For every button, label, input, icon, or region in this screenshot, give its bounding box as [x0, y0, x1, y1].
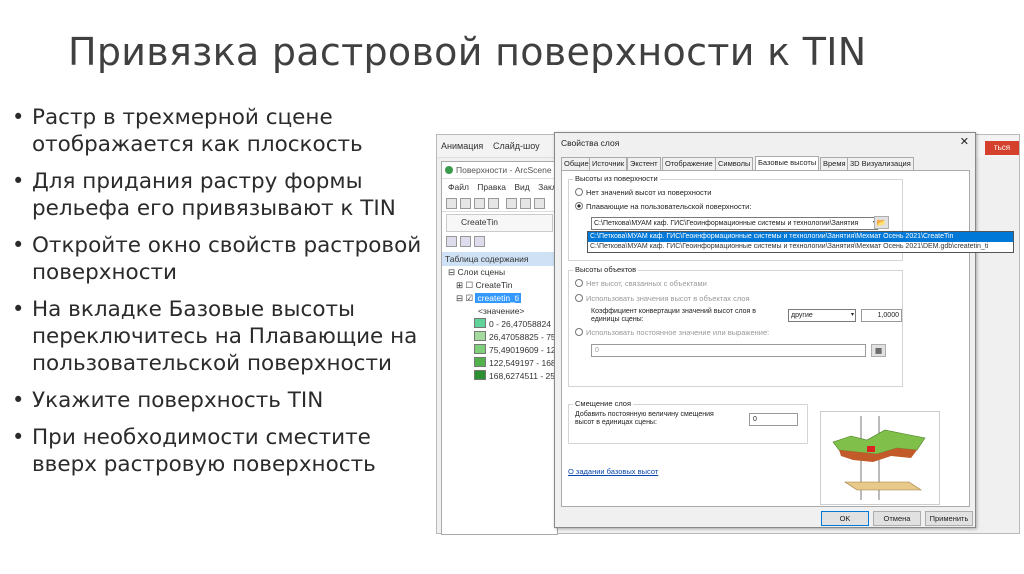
layer-item-selected[interactable]: ⊟ ☑ createtin_ti [448, 292, 557, 305]
feature-heights-group: Высоты объектов Нет высот, связанных с о… [568, 265, 903, 387]
share-button[interactable]: ться [985, 141, 1019, 155]
table-of-contents: ⊟ Слои сцены ⊞ ☐ CreateTin ⊟ ☑ createtin… [442, 266, 577, 383]
save-icon[interactable] [474, 198, 485, 209]
createtin-dropdown[interactable]: CreateTin [446, 214, 553, 232]
ribbon: Анимация Слайд-шоу [437, 135, 557, 158]
tab-base-heights[interactable]: Базовые высоты [755, 156, 820, 170]
menu-view[interactable]: Вид [514, 182, 529, 192]
dropdown-option[interactable]: C:\Петкова\МУАМ каф. ГИС\Геоинформационн… [588, 232, 1013, 242]
open-icon[interactable] [460, 198, 471, 209]
new-icon[interactable] [446, 198, 457, 209]
apply-button[interactable]: Применить [925, 511, 973, 526]
menu-bar: Файл Правка Вид Закл [442, 179, 557, 195]
conversion-label: Коэффициент конвертации значений высот с… [591, 308, 756, 323]
toc-header: Таблица содержания [442, 252, 557, 266]
surface-combo[interactable]: C:\Петкова\МУАМ каф. ГИС\Геоинформационн… [591, 217, 878, 230]
radio-constant-value[interactable]: Использовать постоянное значение или выр… [575, 328, 769, 337]
tab-display[interactable]: Отображение [662, 157, 716, 170]
offset-field[interactable]: 0 [749, 413, 798, 426]
radio-use-feature-heights[interactable]: Использовать значения высот в объектах с… [575, 294, 750, 303]
radio-no-surface[interactable]: Нет значений высот из поверхности [575, 188, 711, 197]
bullet-item: Откройте окно свойств растровой поверхно… [10, 232, 440, 286]
menu-file[interactable]: Файл [448, 182, 469, 192]
window-title: Поверхности - ArcScene [456, 165, 552, 175]
conversion-factor-field[interactable]: 1,0000 [861, 309, 902, 322]
bullet-item: Укажите поверхность TIN [10, 387, 440, 414]
close-icon[interactable]: ✕ [960, 135, 969, 148]
tab-time[interactable]: Время [820, 157, 849, 170]
print-icon[interactable] [488, 198, 499, 209]
value-label: <значение> [478, 306, 525, 316]
legend-item: 26,47058825 - 75,4919 [448, 331, 577, 344]
radio-floating[interactable]: Плавающие на пользовательской поверхност… [575, 202, 751, 211]
legend-item: 75,49019609 - 122,549 [448, 344, 577, 357]
ribbon-tab-animation[interactable]: Анимация [441, 141, 483, 151]
cancel-button[interactable]: Отмена [873, 511, 921, 526]
dialog-title: Свойства слоя [561, 138, 620, 148]
bullet-item: При необходимости сместите вверх растров… [10, 424, 440, 478]
bullet-item: Для придания растру формы рельефа его пр… [10, 168, 440, 222]
list-by-source-icon[interactable] [460, 236, 471, 247]
arcscene-window: Поверхности - ArcScene Файл Правка Вид З… [441, 161, 577, 535]
copy-icon[interactable] [520, 198, 531, 209]
layer-offset-group: Смещение слоя Добавить постоянную величи… [568, 399, 808, 444]
toolbar [442, 195, 557, 212]
surface-preview-illustration [832, 416, 926, 500]
layer-properties-dialog: Свойства слоя ✕ Общие Источник Экстент О… [554, 132, 976, 528]
legend-item: 0 - 26,47058824 [448, 318, 557, 331]
tab-extent[interactable]: Экстент [627, 157, 661, 170]
surface-dropdown-list[interactable]: C:\Петкова\МУАМ каф. ГИС\Геоинформационн… [587, 231, 1014, 253]
globe-icon [445, 166, 453, 174]
bullet-item: Растр в трехмерной сцене отображается ка… [10, 104, 440, 158]
menu-edit[interactable]: Правка [477, 182, 506, 192]
calculator-icon[interactable]: ▦ [871, 344, 886, 357]
tab-source[interactable]: Источник [589, 157, 628, 170]
scene-layers[interactable]: ⊟ Слои сцены [448, 266, 557, 279]
expression-field[interactable]: 0 [591, 344, 866, 357]
units-combo[interactable]: другие ▾ [788, 309, 856, 322]
paste-icon[interactable] [534, 198, 545, 209]
base-height-preview [820, 411, 940, 505]
legend-item: 122,549197 - 168,6274 [448, 357, 577, 370]
ribbon-tab-slideshow[interactable]: Слайд-шоу [493, 141, 540, 151]
tab-symbology[interactable]: Символы [715, 157, 754, 170]
list-by-visibility-icon[interactable] [474, 236, 485, 247]
tab-general[interactable]: Общие [561, 157, 592, 170]
layer-item[interactable]: ⊞ ☐ CreateTin [448, 279, 557, 292]
help-link[interactable]: О задании базовых высот [568, 467, 658, 476]
bullet-list: Растр в трехмерной сцене отображается ка… [10, 104, 440, 488]
dropdown-option[interactable]: C:\Петкова\МУАМ каф. ГИС\Геоинформационн… [588, 242, 1013, 252]
radio-no-feature-heights[interactable]: Нет высот, связанных с объектами [575, 279, 707, 288]
bullet-item: На вкладке Базовые высоты переключитесь … [10, 296, 440, 377]
list-by-drawing-order-icon[interactable] [446, 236, 457, 247]
tab-3d-rendering[interactable]: 3D Визуализация [847, 157, 914, 170]
slide-title: Привязка растровой поверхности к TIN [68, 30, 867, 74]
browse-folder-icon[interactable]: 📂 [874, 216, 889, 229]
legend-item: 168,6274511 - 250 [448, 370, 560, 383]
cut-icon[interactable] [506, 198, 517, 209]
offset-label: Добавить постоянную величину смещения вы… [575, 411, 714, 426]
ok-button[interactable]: OK [821, 511, 869, 526]
base-heights-panel: Высоты из поверхности Нет значений высот… [561, 170, 970, 507]
